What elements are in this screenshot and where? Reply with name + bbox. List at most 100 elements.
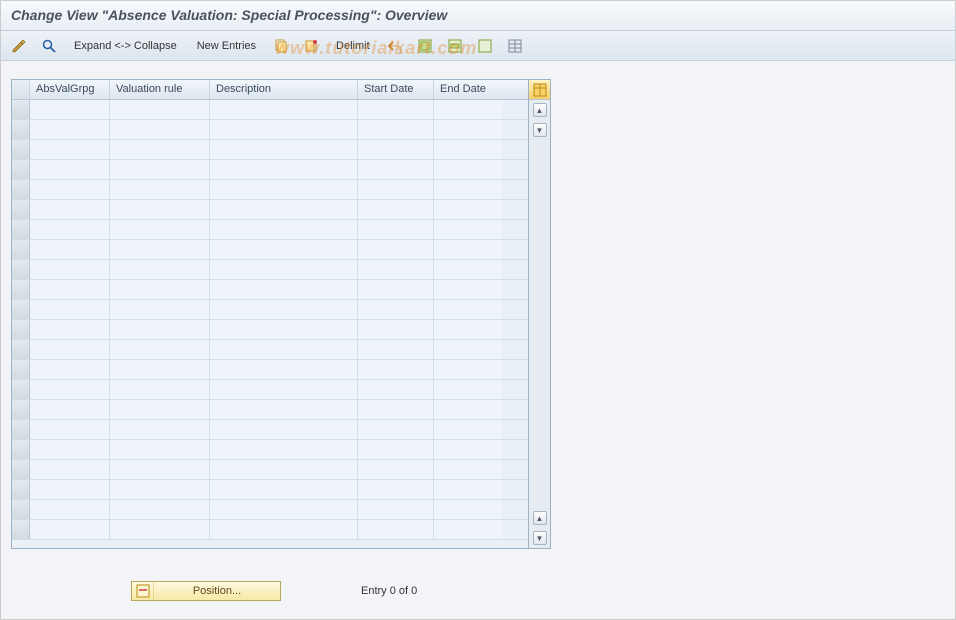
cell-valuation-rule[interactable]	[110, 320, 210, 339]
row-selector[interactable]	[12, 160, 30, 179]
cell-description[interactable]	[210, 480, 358, 499]
cell-valuation-rule[interactable]	[110, 440, 210, 459]
row-selector[interactable]	[12, 220, 30, 239]
cell-valuation-rule[interactable]	[110, 360, 210, 379]
cell-description[interactable]	[210, 160, 358, 179]
cell-end-date[interactable]	[434, 200, 502, 219]
table-row[interactable]	[12, 460, 528, 480]
cell-end-date[interactable]	[434, 300, 502, 319]
table-row[interactable]	[12, 500, 528, 520]
cell-absvalgrpg[interactable]	[30, 280, 110, 299]
cell-start-date[interactable]	[358, 140, 434, 159]
cell-end-date[interactable]	[434, 480, 502, 499]
cell-end-date[interactable]	[434, 500, 502, 519]
cell-description[interactable]	[210, 320, 358, 339]
cell-description[interactable]	[210, 200, 358, 219]
copy-as-button[interactable]	[299, 35, 323, 57]
cell-absvalgrpg[interactable]	[30, 260, 110, 279]
cell-start-date[interactable]	[358, 260, 434, 279]
cell-absvalgrpg[interactable]	[30, 100, 110, 119]
cell-absvalgrpg[interactable]	[30, 500, 110, 519]
table-row[interactable]	[12, 340, 528, 360]
cell-absvalgrpg[interactable]	[30, 520, 110, 539]
scroll-down-button-bottom[interactable]: ▼	[533, 531, 547, 545]
cell-end-date[interactable]	[434, 420, 502, 439]
cell-valuation-rule[interactable]	[110, 280, 210, 299]
cell-description[interactable]	[210, 440, 358, 459]
cell-start-date[interactable]	[358, 200, 434, 219]
table-row[interactable]	[12, 260, 528, 280]
cell-absvalgrpg[interactable]	[30, 160, 110, 179]
cell-start-date[interactable]	[358, 240, 434, 259]
new-entries-button[interactable]: New Entries	[190, 35, 263, 57]
table-row[interactable]	[12, 400, 528, 420]
scroll-down-button[interactable]: ▼	[533, 123, 547, 137]
cell-valuation-rule[interactable]	[110, 380, 210, 399]
cell-end-date[interactable]	[434, 240, 502, 259]
cell-start-date[interactable]	[358, 400, 434, 419]
cell-end-date[interactable]	[434, 460, 502, 479]
cell-absvalgrpg[interactable]	[30, 420, 110, 439]
cell-valuation-rule[interactable]	[110, 160, 210, 179]
table-row[interactable]	[12, 300, 528, 320]
cell-end-date[interactable]	[434, 340, 502, 359]
row-selector[interactable]	[12, 140, 30, 159]
cell-description[interactable]	[210, 460, 358, 479]
table-row[interactable]	[12, 220, 528, 240]
cell-description[interactable]	[210, 360, 358, 379]
row-selector[interactable]	[12, 420, 30, 439]
cell-valuation-rule[interactable]	[110, 420, 210, 439]
row-selector[interactable]	[12, 260, 30, 279]
table-row[interactable]	[12, 440, 528, 460]
table-config-button[interactable]	[529, 80, 550, 100]
cell-start-date[interactable]	[358, 480, 434, 499]
cell-valuation-rule[interactable]	[110, 140, 210, 159]
row-selector[interactable]	[12, 520, 30, 539]
cell-end-date[interactable]	[434, 520, 502, 539]
scroll-up-button[interactable]: ▲	[533, 103, 547, 117]
cell-start-date[interactable]	[358, 220, 434, 239]
cell-start-date[interactable]	[358, 380, 434, 399]
table-row[interactable]	[12, 140, 528, 160]
table-row[interactable]	[12, 520, 528, 540]
cell-start-date[interactable]	[358, 520, 434, 539]
row-selector[interactable]	[12, 120, 30, 139]
column-header[interactable]: Start Date	[358, 80, 434, 99]
deselect-all-button[interactable]	[473, 35, 497, 57]
cell-description[interactable]	[210, 140, 358, 159]
cell-valuation-rule[interactable]	[110, 120, 210, 139]
cell-end-date[interactable]	[434, 400, 502, 419]
cell-valuation-rule[interactable]	[110, 220, 210, 239]
cell-start-date[interactable]	[358, 120, 434, 139]
cell-description[interactable]	[210, 500, 358, 519]
row-selector[interactable]	[12, 460, 30, 479]
expand-collapse-button[interactable]: Expand <-> Collapse	[67, 35, 184, 57]
cell-valuation-rule[interactable]	[110, 100, 210, 119]
cell-description[interactable]	[210, 120, 358, 139]
cell-start-date[interactable]	[358, 420, 434, 439]
cell-start-date[interactable]	[358, 460, 434, 479]
row-selector[interactable]	[12, 500, 30, 519]
cell-description[interactable]	[210, 400, 358, 419]
cell-valuation-rule[interactable]	[110, 400, 210, 419]
cell-valuation-rule[interactable]	[110, 460, 210, 479]
row-selector[interactable]	[12, 380, 30, 399]
details-button[interactable]	[37, 35, 61, 57]
cell-start-date[interactable]	[358, 280, 434, 299]
cell-absvalgrpg[interactable]	[30, 120, 110, 139]
cell-end-date[interactable]	[434, 220, 502, 239]
row-selector[interactable]	[12, 360, 30, 379]
cell-valuation-rule[interactable]	[110, 480, 210, 499]
cell-valuation-rule[interactable]	[110, 300, 210, 319]
cell-end-date[interactable]	[434, 360, 502, 379]
row-selector[interactable]	[12, 280, 30, 299]
cell-description[interactable]	[210, 380, 358, 399]
row-selector[interactable]	[12, 480, 30, 499]
cell-start-date[interactable]	[358, 500, 434, 519]
row-selector[interactable]	[12, 200, 30, 219]
cell-start-date[interactable]	[358, 300, 434, 319]
row-selector[interactable]	[12, 240, 30, 259]
column-header[interactable]: Description	[210, 80, 358, 99]
table-row[interactable]	[12, 380, 528, 400]
cell-absvalgrpg[interactable]	[30, 320, 110, 339]
